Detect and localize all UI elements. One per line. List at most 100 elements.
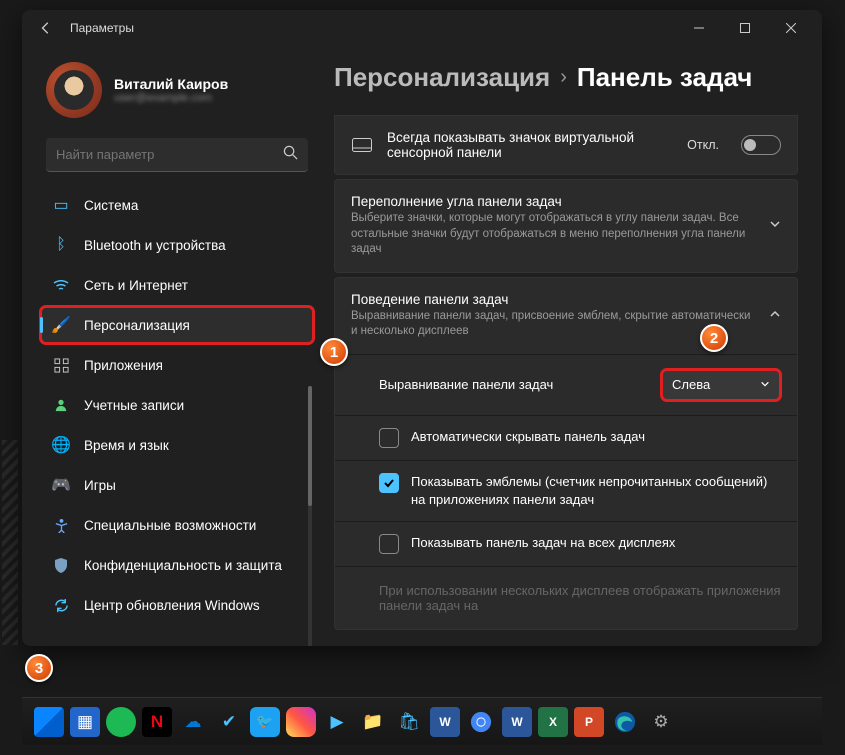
taskbar[interactable]: ▦ N ☁ ✔ 🐦 ▶ 📁 🛍 W W X P ⚙ xyxy=(22,697,822,745)
sidebar-item-label: Учетные записи xyxy=(84,398,184,413)
behaviors-expander[interactable]: Поведение панели задач Выравнивание пане… xyxy=(335,278,797,354)
back-button[interactable] xyxy=(30,12,62,44)
sidebar-item-label: Система xyxy=(84,198,138,213)
breadcrumb-current: Панель задач xyxy=(577,62,753,93)
minimize-button[interactable] xyxy=(676,12,722,44)
sidebar-item-gaming[interactable]: 🎮 Игры xyxy=(40,466,314,504)
badges-row[interactable]: Показывать эмблемы (счетчик непрочитанны… xyxy=(335,460,797,521)
autohide-checkbox[interactable] xyxy=(379,428,399,448)
annotation-1: 1 xyxy=(320,338,348,366)
alignment-value: Слева xyxy=(672,377,710,392)
taskbar-app-edge[interactable] xyxy=(610,707,640,737)
sidebar-item-label: Bluetooth и устройства xyxy=(84,238,226,253)
behaviors-title: Поведение панели задач xyxy=(351,292,755,307)
sidebar-item-update[interactable]: Центр обновления Windows xyxy=(40,586,314,624)
app-title: Параметры xyxy=(70,21,134,35)
close-button[interactable] xyxy=(768,12,814,44)
chevron-down-icon xyxy=(769,217,781,235)
accessibility-icon xyxy=(52,516,70,534)
sidebar-item-personalization[interactable]: 🖌️ Персонализация xyxy=(40,306,314,344)
sidebar-scrollbar[interactable] xyxy=(308,386,312,646)
badges-checkbox[interactable] xyxy=(379,473,399,493)
titlebar: Параметры xyxy=(22,10,822,46)
sidebar-item-accounts[interactable]: Учетные записи xyxy=(40,386,314,424)
nav-list: ▭ Система ᛒ Bluetooth и устройства Сеть … xyxy=(40,186,314,624)
taskbar-app-instagram[interactable] xyxy=(286,707,316,737)
breadcrumb: Персонализация › Панель задач xyxy=(334,62,798,93)
search-input[interactable] xyxy=(56,147,283,162)
desktop-texture xyxy=(2,440,18,645)
sidebar-item-label: Время и язык xyxy=(84,438,169,453)
sidebar-item-label: Центр обновления Windows xyxy=(84,598,260,613)
overflow-card: Переполнение угла панели задач Выберите … xyxy=(334,179,798,273)
wifi-icon xyxy=(52,276,70,294)
sidebar-item-apps[interactable]: Приложения xyxy=(40,346,314,384)
touchpad-title: Всегда показывать значок виртуальной сен… xyxy=(387,130,673,160)
sidebar-item-accessibility[interactable]: Специальные возможности xyxy=(40,506,314,544)
apps-icon xyxy=(52,356,70,374)
chevron-right-icon: › xyxy=(560,66,567,89)
badges-label: Показывать эмблемы (счетчик непрочитанны… xyxy=(411,473,781,509)
chevron-down-icon xyxy=(760,377,770,392)
sidebar-item-label: Сеть и Интернет xyxy=(84,278,188,293)
search-box[interactable] xyxy=(46,138,308,172)
alignment-label: Выравнивание панели задач xyxy=(379,377,647,392)
gamepad-icon: 🎮 xyxy=(52,476,70,494)
paintbrush-icon: 🖌️ xyxy=(52,316,70,334)
taskbar-app-settings[interactable]: ⚙ xyxy=(646,707,676,737)
sidebar-item-time-language[interactable]: 🌐 Время и язык xyxy=(40,426,314,464)
taskbar-app-spotify[interactable] xyxy=(106,707,136,737)
taskbar-app-onedrive[interactable]: ☁ xyxy=(178,707,208,737)
settings-window: Параметры Виталий Каиров user@example.co… xyxy=(22,10,822,646)
sidebar: Виталий Каиров user@example.com ▭ Систем… xyxy=(22,46,322,646)
alignment-row: Выравнивание панели задач Слева xyxy=(335,355,797,415)
taskbar-app-netflix[interactable]: N xyxy=(142,707,172,737)
sidebar-item-network[interactable]: Сеть и Интернет xyxy=(40,266,314,304)
touchpad-toggle[interactable] xyxy=(741,135,781,155)
touchpad-card: Всегда показывать значок виртуальной сен… xyxy=(334,115,798,175)
maximize-button[interactable] xyxy=(722,12,768,44)
behaviors-card: Поведение панели задач Выравнивание пане… xyxy=(334,277,798,630)
taskbar-app-chrome[interactable] xyxy=(466,707,496,737)
content-area: Персонализация › Панель задач Всегда пок… xyxy=(322,46,822,646)
annotation-3: 3 xyxy=(25,654,53,682)
sidebar-item-label: Персонализация xyxy=(84,318,190,333)
taskbar-app-todo[interactable]: ✔ xyxy=(214,707,244,737)
autohide-label: Автоматически скрывать панель задач xyxy=(411,428,645,446)
start-button[interactable] xyxy=(34,707,64,737)
touchpad-icon xyxy=(351,138,373,152)
search-icon xyxy=(283,145,298,165)
overflow-expander[interactable]: Переполнение угла панели задач Выберите … xyxy=(335,180,797,272)
autohide-row[interactable]: Автоматически скрывать панель задач xyxy=(335,415,797,460)
taskbar-app-word[interactable]: W xyxy=(430,707,460,737)
behaviors-desc: Выравнивание панели задач, присвоение эм… xyxy=(351,309,755,340)
alldisplays-checkbox[interactable] xyxy=(379,534,399,554)
sidebar-item-label: Игры xyxy=(84,478,116,493)
sidebar-item-privacy[interactable]: Конфиденциальность и защита xyxy=(40,546,314,584)
multidisplay-disabled-row: При использовании нескольких дисплеев от… xyxy=(335,566,797,629)
chevron-up-icon xyxy=(769,307,781,325)
update-icon xyxy=(52,596,70,614)
overflow-title: Переполнение угла панели задач xyxy=(351,194,755,209)
breadcrumb-parent[interactable]: Персонализация xyxy=(334,62,550,93)
taskbar-app-excel[interactable]: X xyxy=(538,707,568,737)
taskbar-app-calculator[interactable]: ▦ xyxy=(70,707,100,737)
taskbar-app-word2[interactable]: W xyxy=(502,707,532,737)
taskbar-app-powerpoint[interactable]: P xyxy=(574,707,604,737)
taskbar-app-files[interactable]: 📁 xyxy=(358,707,388,737)
taskbar-app-tv[interactable]: ▶ xyxy=(322,707,352,737)
sidebar-item-label: Приложения xyxy=(84,358,163,373)
sidebar-item-system[interactable]: ▭ Система xyxy=(40,186,314,224)
user-name: Виталий Каиров xyxy=(114,76,228,92)
taskbar-app-twitter[interactable]: 🐦 xyxy=(250,707,280,737)
alignment-dropdown[interactable]: Слева xyxy=(661,369,781,401)
sidebar-item-bluetooth[interactable]: ᛒ Bluetooth и устройства xyxy=(40,226,314,264)
globe-clock-icon: 🌐 xyxy=(52,436,70,454)
toggle-state-label: Откл. xyxy=(687,138,719,152)
overflow-desc: Выберите значки, которые могут отображат… xyxy=(351,211,755,258)
window-controls xyxy=(676,12,814,44)
alldisplays-row[interactable]: Показывать панель задач на всех дисплеях xyxy=(335,521,797,566)
person-icon xyxy=(52,396,70,414)
taskbar-app-store[interactable]: 🛍 xyxy=(394,707,424,737)
user-block[interactable]: Виталий Каиров user@example.com xyxy=(40,54,314,134)
